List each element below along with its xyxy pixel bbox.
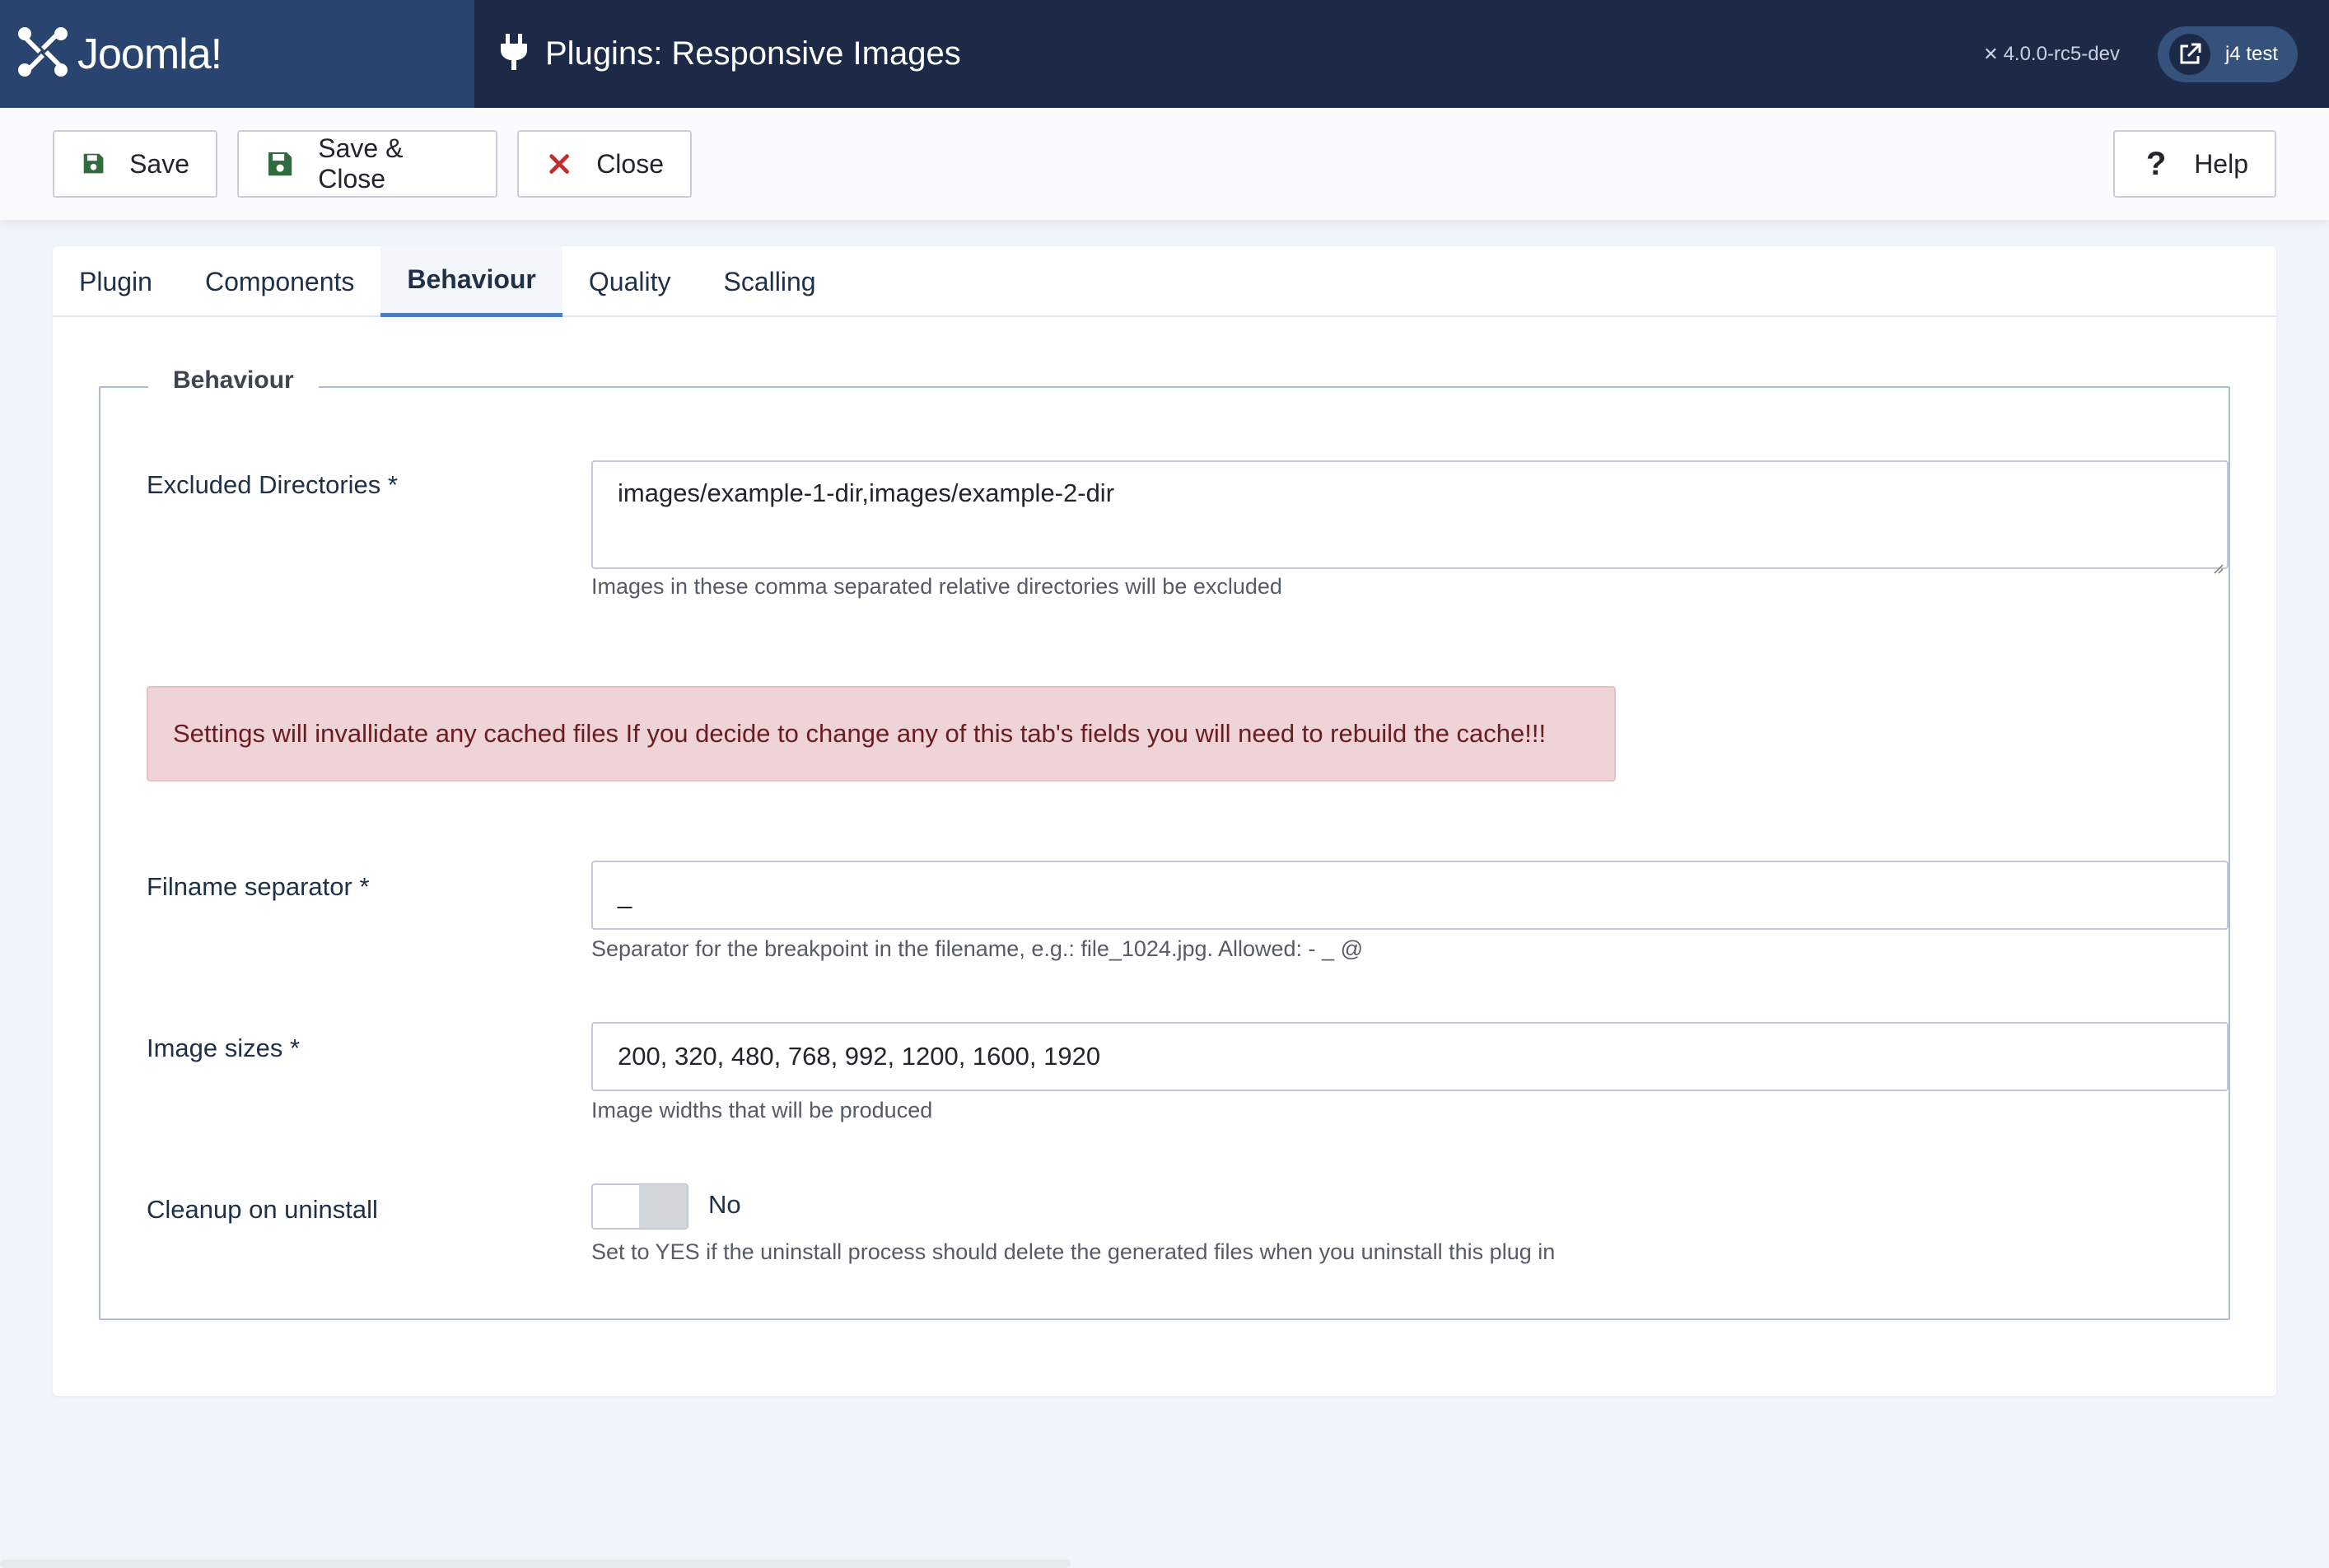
page-title: Plugins: Responsive Images xyxy=(545,35,961,72)
fieldset-legend: Behaviour xyxy=(148,366,319,394)
logo[interactable]: Joomla! xyxy=(0,0,474,108)
close-button[interactable]: Close xyxy=(517,130,692,198)
cleanup-uninstall-help: Set to YES if the uninstall process shou… xyxy=(591,1239,1556,1264)
plug-icon xyxy=(497,34,530,74)
toolbar: Save Save & Close Close ? Help xyxy=(0,108,2329,220)
alert-text: Settings will invallidate any cached fil… xyxy=(173,719,1547,748)
tab-quality[interactable]: Quality xyxy=(562,246,698,317)
save-button[interactable]: Save xyxy=(53,130,217,198)
floppy-disk-icon xyxy=(267,150,293,178)
cleanup-uninstall-value: No xyxy=(708,1190,741,1219)
help-button[interactable]: ? Help xyxy=(2113,130,2276,198)
logo-text: Joomla! xyxy=(77,30,222,78)
close-icon xyxy=(547,150,572,178)
version-info[interactable]: ✕ 4.0.0-rc5-dev xyxy=(1983,43,2120,66)
joomla-logo-icon xyxy=(16,26,69,82)
tab-components[interactable]: Components xyxy=(179,246,380,317)
floppy-disk-icon xyxy=(82,150,105,178)
plugin-form-card: Plugin Components Behaviour Quality Scal… xyxy=(53,246,2276,1396)
excluded-directories-value: images/example-1-dir,images/example-2-di… xyxy=(618,478,1115,507)
filename-separator-help: Separator for the breakpoint in the file… xyxy=(591,936,1363,961)
user-name: j4 test xyxy=(2224,42,2278,65)
resize-handle-icon[interactable] xyxy=(2210,551,2224,574)
tab-behaviour[interactable]: Behaviour xyxy=(380,246,562,317)
user-menu-button[interactable]: j4 test xyxy=(2157,26,2298,82)
save-close-button[interactable]: Save & Close xyxy=(237,130,497,198)
excluded-directories-help: Images in these comma separated relative… xyxy=(591,574,1282,599)
cache-warning-alert: Settings will invallidate any cached fil… xyxy=(147,686,1616,782)
horizontal-scrollbar[interactable] xyxy=(0,1560,1071,1568)
cleanup-uninstall-label: Cleanup on uninstall xyxy=(147,1195,378,1224)
behaviour-fieldset: Behaviour Excluded Directories * images/… xyxy=(99,366,2230,1320)
joomla-small-icon: ✕ xyxy=(1983,43,1999,64)
version-text: 4.0.0-rc5-dev xyxy=(2003,42,2120,65)
filename-separator-input[interactable]: _ xyxy=(591,861,2229,930)
header: Joomla! Plugins: Responsive Images ✕ 4.0… xyxy=(0,0,2329,108)
toggle-knob xyxy=(639,1185,687,1228)
tab-bar: Plugin Components Behaviour Quality Scal… xyxy=(53,246,2276,317)
image-sizes-label: Image sizes * xyxy=(147,1034,301,1062)
page-heading: Plugins: Responsive Images xyxy=(497,34,961,74)
filename-separator-label: Filname separator * xyxy=(147,872,370,901)
save-close-label: Save & Close xyxy=(318,133,404,194)
tab-scalling[interactable]: Scalling xyxy=(697,246,842,317)
image-sizes-value: 200, 320, 480, 768, 992, 1200, 1600, 192… xyxy=(618,1042,1101,1071)
external-link-icon xyxy=(2168,33,2210,75)
excluded-directories-textarea[interactable]: images/example-1-dir,images/example-2-di… xyxy=(591,460,2229,574)
question-mark-icon: ? xyxy=(2145,145,2167,182)
tab-plugin[interactable]: Plugin xyxy=(53,246,179,317)
close-label: Close xyxy=(596,148,664,179)
excluded-directories-label: Excluded Directories * xyxy=(147,470,398,499)
save-label: Save xyxy=(129,148,189,179)
image-sizes-help: Image widths that will be produced xyxy=(591,1098,933,1122)
cleanup-uninstall-toggle[interactable] xyxy=(591,1183,688,1230)
filename-separator-value: _ xyxy=(618,880,632,909)
help-label: Help xyxy=(2194,148,2248,179)
image-sizes-input[interactable]: 200, 320, 480, 768, 992, 1200, 1600, 192… xyxy=(591,1022,2229,1091)
